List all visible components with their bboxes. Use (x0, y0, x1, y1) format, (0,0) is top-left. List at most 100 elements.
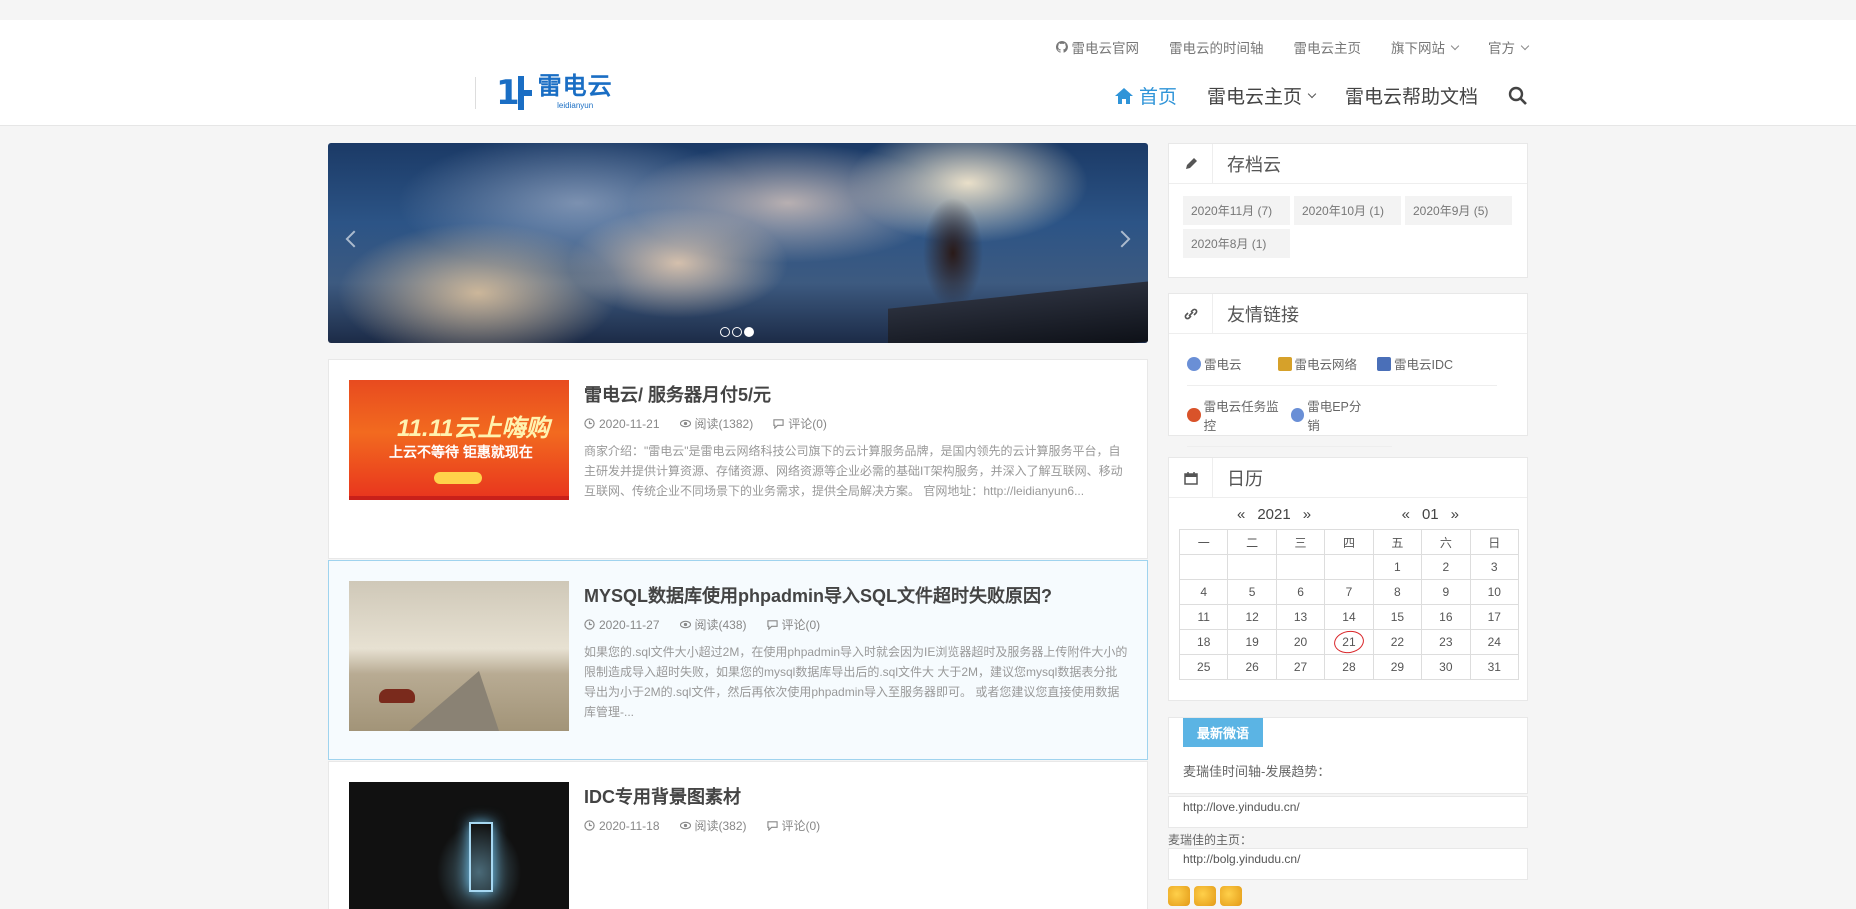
archive-tag[interactable]: 2020年8月 (1) (1183, 229, 1290, 258)
calendar-day[interactable]: 18 (1178, 629, 1229, 655)
friend-link[interactable]: 雷电云 (1187, 354, 1242, 373)
calendar-day[interactable]: 3 (1469, 554, 1520, 580)
calendar-day[interactable]: 16 (1421, 604, 1471, 630)
site-favicon-icon (1290, 408, 1305, 422)
archive-tag[interactable]: 2020年9月 (5) (1405, 196, 1512, 225)
calendar-day[interactable]: 1 (1372, 554, 1423, 580)
calendar-day[interactable]: 29 (1372, 654, 1423, 680)
post-comments[interactable]: 评论(0) (773, 415, 827, 432)
site-logo[interactable]: 1 雷电云 leidianyun (475, 75, 613, 110)
calendar-day[interactable]: 25 (1178, 654, 1229, 680)
thumb-footer (349, 496, 569, 500)
emoji-row (1168, 886, 1242, 906)
archive-tag[interactable]: 2020年11月 (7) (1183, 196, 1290, 225)
weibo-link[interactable]: http://love.yindudu.cn/ (1168, 796, 1528, 828)
next-year-button[interactable]: » (1303, 506, 1311, 523)
calendar-days: 1 2 3 4 5 6 7 8 9 10 11 12 13 14 15 16 17 18 19 20 21 22 23 24 2… (1178, 554, 1520, 680)
post-card[interactable]: IDC专用背景图素材 2020-11-18 阅读(382) 评论(0) (328, 761, 1148, 909)
friend-link[interactable]: 雷电EP分销 (1290, 396, 1372, 434)
calendar-day[interactable]: 8 (1372, 579, 1423, 605)
carousel-dot[interactable] (720, 327, 730, 337)
post-card[interactable]: MYSQL数据库使用phpadmin导入SQL文件超时失败原因? 2020-11… (328, 560, 1148, 760)
friend-link[interactable]: 雷电云IDC (1377, 354, 1453, 373)
calendar-day[interactable]: 2 (1421, 554, 1471, 580)
topnav-label: 雷电云主页 (1293, 41, 1362, 56)
calendar-day[interactable]: 26 (1227, 654, 1277, 680)
weibo-tab[interactable]: 最新微语 (1183, 718, 1264, 747)
calendar-day[interactable]: 9 (1421, 579, 1471, 605)
calendar-day[interactable]: 20 (1275, 629, 1326, 655)
post-comments[interactable]: 评论(0) (766, 817, 820, 834)
post-thumbnail[interactable] (349, 581, 569, 731)
search-icon[interactable] (1508, 86, 1528, 106)
carousel-prev-icon[interactable] (345, 230, 363, 248)
calendar-day[interactable]: 14 (1324, 604, 1374, 630)
topnav-sites-dropdown[interactable]: 旗下网站 (1391, 37, 1460, 57)
topnav-official-dropdown[interactable]: 官方 (1488, 37, 1530, 57)
logo-text: 雷电云 leidianyun (538, 75, 613, 111)
calendar-day[interactable]: 6 (1275, 579, 1326, 605)
calendar-day[interactable]: 15 (1372, 604, 1423, 630)
weibo-label: 麦瑞佳的主页： (1168, 833, 1253, 847)
calendar-day[interactable]: 21 (1324, 628, 1374, 656)
calendar-day[interactable]: 27 (1275, 654, 1326, 680)
carousel-next-icon[interactable] (1113, 230, 1131, 248)
post-date-text: 2020-11-21 (599, 416, 660, 431)
logo-bolt-icon (517, 76, 532, 110)
post-comments[interactable]: 评论(0) (766, 616, 820, 633)
widget-title: 友情链接 (1227, 304, 1299, 325)
topnav-homepage[interactable]: 雷电云主页 (1294, 37, 1362, 57)
calendar-day[interactable]: 30 (1421, 654, 1471, 680)
link-icon (1169, 293, 1213, 334)
nav-main-label: 雷电云主页 (1206, 87, 1302, 108)
calendar-day[interactable]: 12 (1227, 604, 1277, 630)
post-thumbnail[interactable] (349, 782, 569, 909)
weibo-link[interactable]: http://bolg.yindudu.cn/ (1168, 848, 1528, 880)
calendar-day[interactable]: 4 (1178, 579, 1229, 605)
calendar-day[interactable]: 24 (1469, 629, 1520, 655)
post-thumbnail[interactable]: 11.11云上嗨购 上云不等待 钜惠就现在 (349, 380, 569, 530)
thumb-subline: 上云不等待 钜惠就现在 (389, 444, 533, 460)
site-header: 雷电云官网 雷电云的时间轴 雷电云主页 旗下网站 官方 1 雷电云 leidia… (0, 20, 1856, 126)
calendar-day[interactable]: 22 (1372, 629, 1423, 655)
weekday-cell: 三 (1275, 529, 1326, 555)
friend-link[interactable]: 雷电云网络 (1277, 354, 1357, 373)
emoji-icon (1220, 886, 1242, 906)
nav-home[interactable]: 首页 (1114, 82, 1177, 109)
calendar-day[interactable]: 10 (1469, 579, 1520, 605)
next-month-button[interactable]: » (1451, 506, 1459, 523)
calendar-day[interactable]: 5 (1227, 579, 1277, 605)
post-title[interactable]: 雷电云/ 服务器月付5/元 (584, 381, 771, 407)
weibo-widget: 最新微语 麦瑞佳时间轴-发展趋势： (1168, 717, 1528, 794)
calendar-day[interactable]: 23 (1421, 629, 1471, 655)
post-card[interactable]: 11.11云上嗨购 上云不等待 钜惠就现在 雷电云/ 服务器月付5/元 2020… (328, 359, 1148, 559)
nav-main-dropdown[interactable]: 雷电云主页 (1206, 82, 1317, 109)
calendar-day[interactable]: 11 (1178, 604, 1229, 630)
eye-icon (679, 620, 691, 629)
calendar-day[interactable]: 31 (1469, 654, 1520, 680)
site-favicon-icon (1187, 408, 1201, 422)
archive-tag[interactable]: 2020年10月 (1) (1294, 196, 1401, 225)
nav-home-label: 首页 (1138, 87, 1177, 108)
prev-month-button[interactable]: « (1402, 506, 1410, 523)
thumb-car (379, 689, 415, 703)
topnav-official-site[interactable]: 雷电云官网 (1055, 37, 1139, 57)
calendar-day[interactable]: 17 (1469, 604, 1520, 630)
calendar-day[interactable]: 28 (1324, 654, 1374, 680)
prev-year-button[interactable]: « (1237, 506, 1245, 523)
links-row: 雷电云 雷电云网络 雷电云IDC (1187, 344, 1497, 386)
post-title[interactable]: MYSQL数据库使用phpadmin导入SQL文件超时失败原因? (584, 582, 1052, 608)
post-title[interactable]: IDC专用背景图素材 (584, 783, 741, 809)
carousel-dot-active[interactable] (744, 327, 754, 337)
calendar-day[interactable]: 19 (1227, 629, 1277, 655)
calendar-day[interactable]: 7 (1324, 579, 1374, 605)
nav-docs[interactable]: 雷电云帮助文档 (1345, 82, 1478, 109)
logo-divider (475, 76, 476, 109)
topnav-timeline[interactable]: 雷电云的时间轴 (1169, 37, 1264, 57)
logo-mark: 1 雷电云 leidianyun (496, 75, 613, 110)
calendar-week-row: 25 26 27 28 29 30 31 (1178, 654, 1520, 680)
calendar-day[interactable]: 13 (1275, 604, 1326, 630)
banner-carousel[interactable] (328, 143, 1148, 343)
friend-link[interactable]: 雷电云任务监控 (1187, 396, 1289, 434)
carousel-dot[interactable] (732, 327, 742, 337)
